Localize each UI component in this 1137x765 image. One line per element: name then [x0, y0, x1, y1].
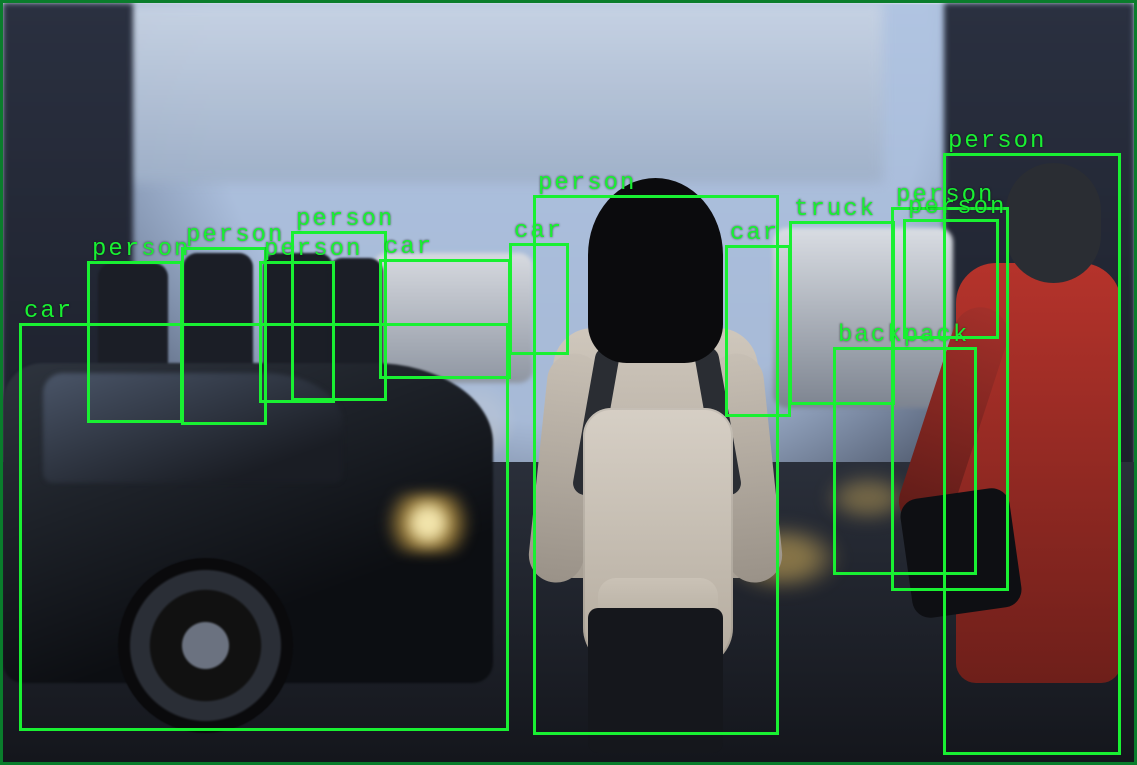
detection-box-person: person — [181, 247, 267, 425]
detection-box-car: car — [725, 245, 791, 417]
detection-label: person — [296, 206, 394, 233]
detection-label: person — [948, 128, 1046, 155]
detection-label: car — [24, 298, 73, 325]
detection-label: person — [92, 236, 190, 263]
detection-box-person: person — [87, 261, 183, 423]
annotated-frame: carpersonpersonpersonpersoncarcarpersonc… — [0, 0, 1137, 765]
detection-box-person: person — [291, 231, 387, 401]
detection-label: car — [730, 220, 779, 247]
detection-label: person — [538, 170, 636, 197]
scene-sky — [123, 3, 883, 183]
detection-label: car — [384, 234, 433, 261]
detection-box-person: person — [943, 153, 1121, 755]
detection-label: truck — [794, 196, 876, 223]
detection-box-car: car — [379, 259, 511, 379]
